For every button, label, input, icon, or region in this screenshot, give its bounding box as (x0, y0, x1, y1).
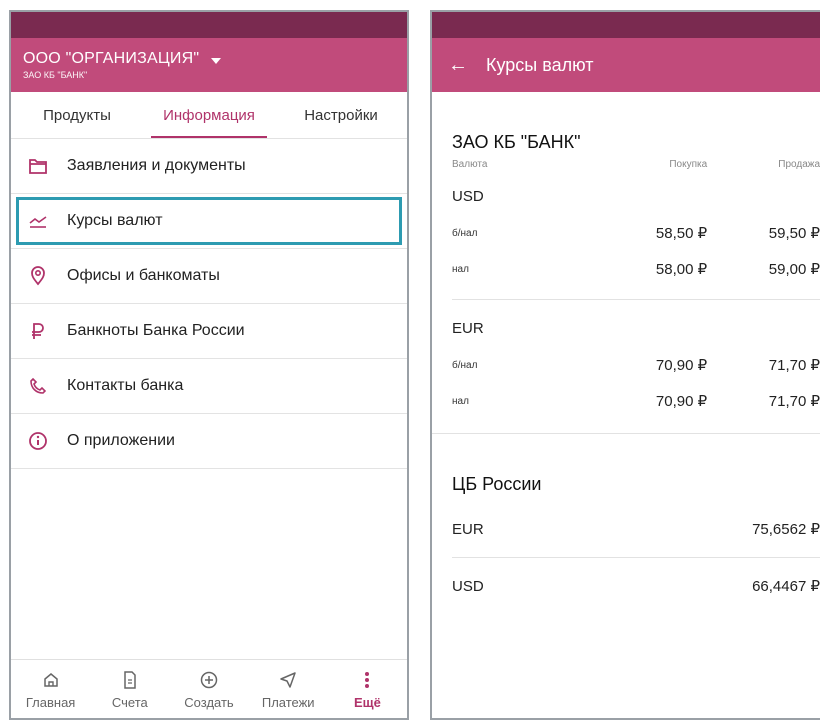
header-currency: Валюта (452, 159, 488, 170)
rate-row: б/нал 70,90 ₽ 71,70 ₽ (452, 345, 820, 385)
cb-currency-code: USD (452, 577, 484, 595)
more-vert-icon (364, 669, 370, 691)
cb-title: ЦБ России (452, 474, 542, 494)
status-bar (11, 12, 407, 38)
bank-rates-section: ЗАО КБ "БАНК" Валюта Покупка Продажа USD… (432, 132, 820, 417)
info-menu: Заявления и документы Курсы валют Офисы … (11, 139, 407, 469)
cb-rate-value: 75,6562 ₽ (752, 521, 820, 538)
menu-item-about[interactable]: О приложении (11, 414, 407, 469)
location-pin-icon (27, 265, 49, 287)
rate-buy: 70,90 ₽ (655, 393, 708, 410)
info-icon (27, 430, 49, 452)
tab-information[interactable]: Информация (143, 92, 275, 138)
home-icon (42, 669, 60, 691)
ruble-icon (27, 320, 49, 342)
back-arrow-icon[interactable]: ← (448, 54, 468, 77)
rate-type: нал (452, 395, 469, 407)
nav-create[interactable]: Создать (169, 660, 248, 718)
menu-item-label: Курсы валют (67, 212, 163, 229)
rate-sell: 59,00 ₽ (768, 261, 820, 278)
header-buy: Покупка (669, 159, 708, 170)
bottom-navigation: Главная Счета Создать Платежи Ещё (11, 659, 407, 718)
cb-rate-row: EUR 75,6562 ₽ (452, 509, 820, 549)
cb-rate-row: USD 66,4467 ₽ (452, 566, 820, 606)
phone-icon (27, 375, 49, 397)
rate-row: нал 70,90 ₽ 71,70 ₽ (452, 385, 820, 417)
nav-label: Платежи (261, 694, 315, 710)
status-bar (432, 12, 820, 38)
nav-more[interactable]: Ещё (328, 660, 407, 718)
rate-row: б/нал 58,50 ₽ 59,50 ₽ (452, 213, 820, 253)
menu-item-offices[interactable]: Офисы и банкоматы (11, 249, 407, 304)
divider (452, 557, 820, 558)
header-sell: Продажа (778, 159, 820, 170)
org-bank-name: ЗАО КБ "БАНК" (23, 70, 88, 80)
send-icon (279, 669, 297, 691)
cb-rate-value: 66,4467 ₽ (752, 578, 820, 595)
org-selector[interactable]: ООО "ОРГАНИЗАЦИЯ" ЗАО КБ "БАНК" (11, 38, 407, 92)
org-name: ООО "ОРГАНИЗАЦИЯ" (23, 50, 200, 67)
menu-item-label: О приложении (67, 432, 175, 449)
bank-title: ЗАО КБ "БАНК" (452, 132, 581, 152)
rate-sell: 71,70 ₽ (768, 357, 820, 374)
menu-item-contacts[interactable]: Контакты банка (11, 359, 407, 414)
chart-line-icon (27, 210, 49, 232)
rate-type: б/нал (452, 227, 478, 239)
currency-code-eur: EUR (452, 320, 484, 337)
rate-buy: 58,00 ₽ (655, 261, 708, 278)
nav-home[interactable]: Главная (11, 660, 90, 718)
menu-item-exchange-rates[interactable]: Курсы валют (11, 194, 407, 249)
plus-circle-icon (200, 669, 218, 691)
rate-sell: 71,70 ₽ (768, 393, 820, 410)
nav-label: Ещё (353, 694, 381, 710)
rate-buy: 58,50 ₽ (655, 225, 708, 242)
cb-currency-code: EUR (452, 520, 484, 538)
dropdown-caret-icon[interactable] (211, 58, 222, 64)
currency-code-usd: USD (452, 188, 484, 205)
tab-settings[interactable]: Настройки (275, 92, 407, 138)
menu-item-label: Банкноты Банка России (67, 322, 245, 339)
menu-item-documents[interactable]: Заявления и документы (11, 139, 407, 194)
right-screen: ← Курсы валют ЗАО КБ "БАНК" Валюта Покуп… (430, 10, 820, 720)
nav-label: Главная (25, 694, 76, 710)
menu-item-label: Контакты банка (67, 377, 184, 394)
nav-accounts[interactable]: Счета (90, 660, 169, 718)
page-title: Курсы валют (486, 54, 594, 75)
nav-label: Счета (111, 694, 148, 710)
nav-payments[interactable]: Платежи (249, 660, 328, 718)
left-screen: ООО "ОРГАНИЗАЦИЯ" ЗАО КБ "БАНК" Продукты… (9, 10, 409, 720)
rate-type: нал (452, 263, 469, 275)
nav-label: Создать (184, 694, 234, 710)
menu-item-label: Офисы и банкоматы (67, 267, 220, 284)
section-divider (432, 433, 820, 434)
cb-rates-section: ЦБ России EUR 75,6562 ₽ USD 66,4467 ₽ (432, 474, 820, 606)
folder-icon (27, 155, 49, 177)
document-icon (122, 669, 138, 691)
rates-header: Валюта Покупка Продажа (452, 159, 820, 170)
tab-bar: Продукты Информация Настройки (11, 92, 407, 139)
menu-item-label: Заявления и документы (67, 157, 246, 174)
rate-buy: 70,90 ₽ (655, 357, 708, 374)
rate-row: нал 58,00 ₽ 59,00 ₽ (452, 253, 820, 285)
divider (452, 299, 820, 300)
rate-type: б/нал (452, 359, 478, 371)
tab-products[interactable]: Продукты (11, 92, 143, 138)
rate-sell: 59,50 ₽ (768, 225, 820, 242)
menu-item-banknotes[interactable]: Банкноты Банка России (11, 304, 407, 359)
app-bar: ← Курсы валют (432, 38, 820, 92)
